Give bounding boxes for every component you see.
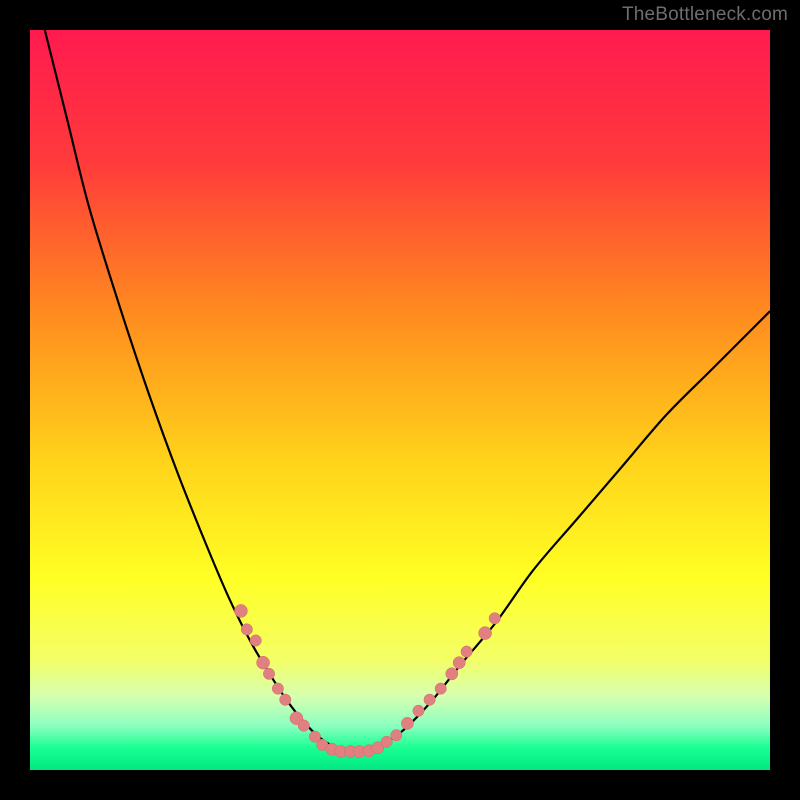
watermark-text: TheBottleneck.com [622, 4, 788, 26]
data-marker [280, 694, 291, 705]
data-marker [479, 627, 492, 640]
data-marker [263, 668, 274, 679]
data-marker [461, 646, 472, 657]
data-marker [381, 736, 392, 747]
bottleneck-curve [45, 30, 770, 752]
data-marker [391, 730, 402, 741]
data-marker [272, 683, 283, 694]
data-marker [234, 604, 247, 617]
data-marker [250, 635, 261, 646]
chart-frame: TheBottleneck.com [0, 0, 800, 800]
data-marker [257, 656, 270, 669]
data-marker [489, 613, 500, 624]
data-marker [424, 694, 435, 705]
curve-layer [30, 30, 770, 770]
data-marker [241, 624, 252, 635]
data-marker [446, 668, 458, 680]
data-marker [298, 720, 309, 731]
data-marker [401, 717, 413, 729]
data-marker [453, 657, 465, 669]
plot-area [30, 30, 770, 770]
data-marker [435, 683, 446, 694]
data-marker [413, 705, 424, 716]
